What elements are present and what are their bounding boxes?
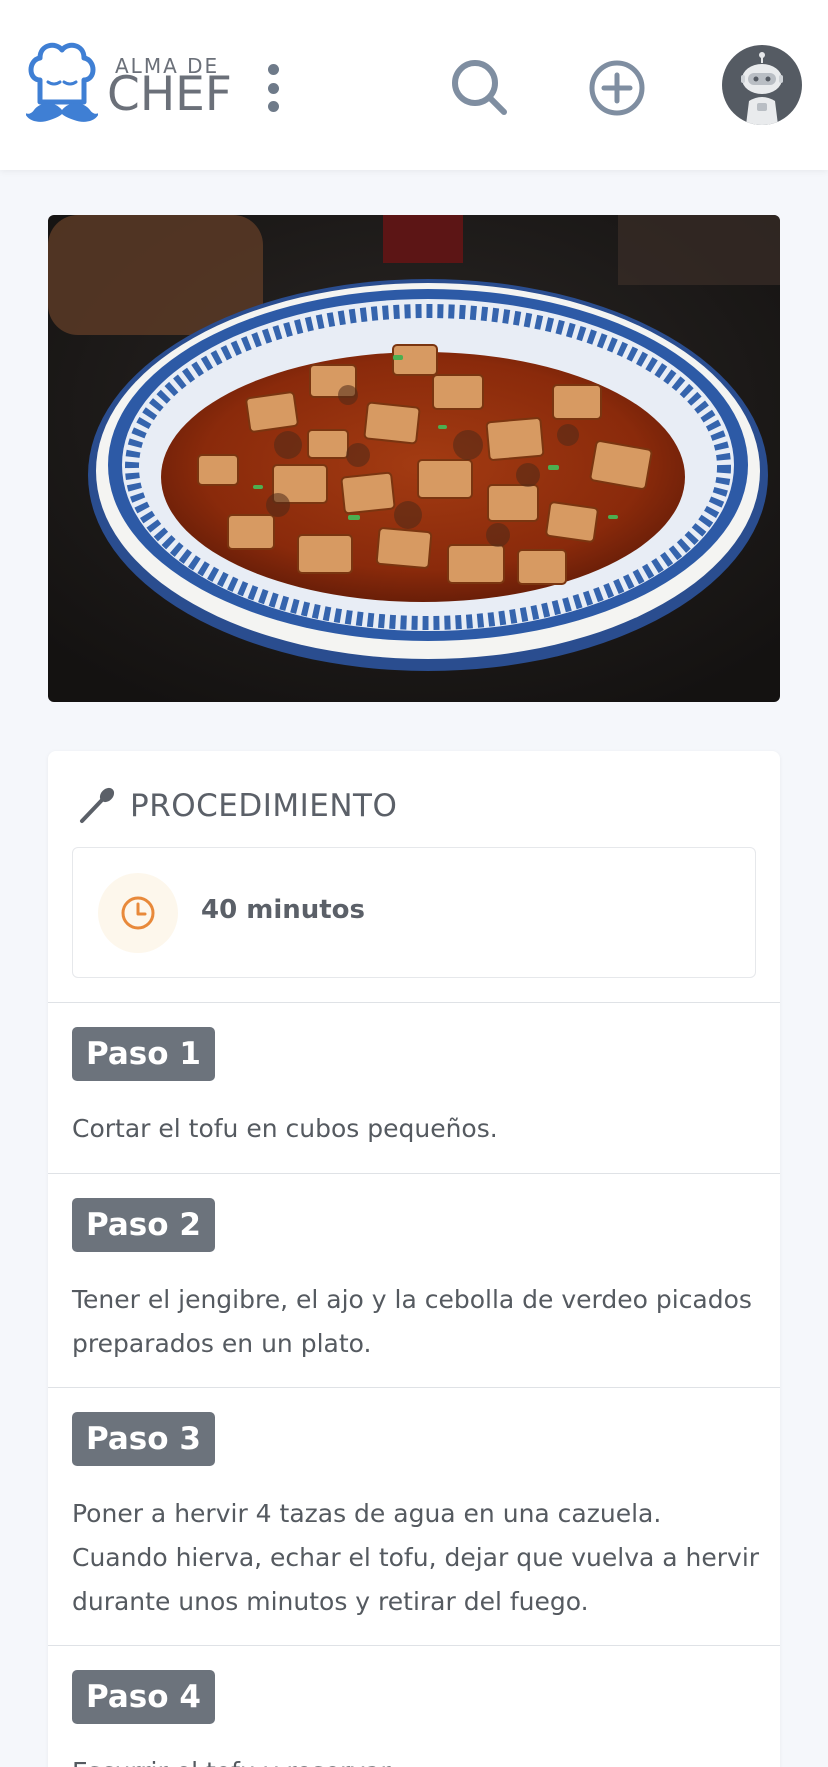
logo-big-text: CHEF [107, 67, 232, 122]
procedure-header: PROCEDIMIENTO [76, 785, 397, 827]
clock-icon-wrap [98, 873, 178, 953]
step-item: Paso 1 Cortar el tofu en cubos pequeños. [48, 1002, 780, 1173]
step-text: Tener el jengibre, el ajo y la cebolla d… [72, 1285, 752, 1358]
step-badge: Paso 2 [72, 1198, 215, 1252]
step-text: Poner a hervir 4 tazas de agua en una ca… [72, 1499, 760, 1616]
robot-avatar-icon [741, 52, 783, 125]
more-menu-button[interactable] [255, 58, 291, 118]
mapo-tofu-photo [48, 215, 780, 702]
plus-circle-icon [589, 60, 645, 116]
chef-hat-mustache-icon [26, 42, 98, 122]
app-header: ALMA DE CHEF [0, 0, 828, 170]
recipe-hero-image [48, 215, 780, 702]
cooking-time: 40 minutos [201, 895, 366, 925]
search-button[interactable] [448, 56, 512, 120]
step-item: Paso 4 Escurrir el tofu y reservar. [48, 1645, 780, 1767]
kebab-dot [267, 64, 279, 75]
step-item: Paso 3 Poner a hervir 4 tazas de agua en… [48, 1387, 780, 1645]
cooking-time-box: 40 minutos [72, 847, 756, 978]
add-recipe-button[interactable] [585, 56, 649, 120]
procedure-title: PROCEDIMIENTO [130, 788, 398, 824]
step-item: Paso 2 Tener el jengibre, el ajo y la ce… [48, 1173, 780, 1387]
step-badge: Paso 1 [72, 1027, 215, 1081]
step-text: Escurrir el tofu y reservar. [72, 1750, 762, 1767]
spoon-icon [80, 787, 115, 823]
alma-de-chef-logo[interactable]: ALMA DE CHEF [26, 40, 232, 132]
kebab-dot [267, 82, 279, 94]
step-badge: Paso 4 [72, 1670, 215, 1724]
procedure-card: PROCEDIMIENTO 40 minutos Paso 1 Cortar e… [48, 751, 780, 1767]
search-icon [452, 60, 507, 115]
clock-icon [121, 896, 155, 930]
kebab-dot [267, 101, 279, 112]
step-badge: Paso 3 [72, 1412, 215, 1466]
step-text: Cortar el tofu en cubos pequeños. [72, 1114, 498, 1143]
user-avatar[interactable] [722, 45, 802, 125]
